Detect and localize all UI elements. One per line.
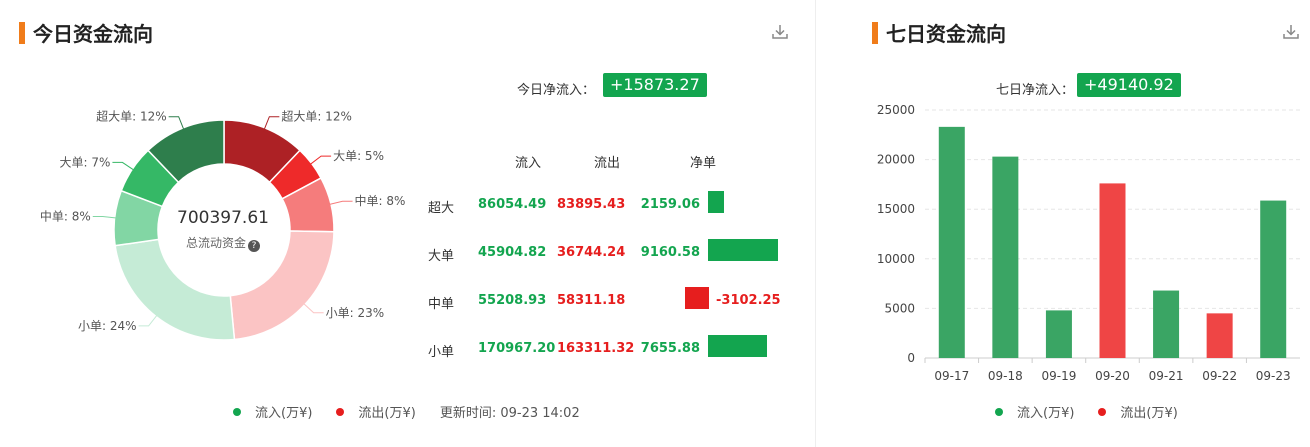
- row-label: 超大: [428, 201, 455, 216]
- x-tick-label: 09-18: [988, 369, 1023, 383]
- row-inflow-value: 45904.82: [478, 245, 547, 260]
- y-tick-label: 15000: [877, 202, 915, 216]
- today-net-label: 今日净流入：: [517, 83, 596, 98]
- y-tick-label: 10000: [877, 252, 915, 266]
- row-outflow-value: 83895.43: [557, 197, 626, 212]
- donut-slice-label: 大单: 5%: [333, 149, 384, 163]
- legend-inflow-label: 流入(万¥): [255, 406, 313, 421]
- row-inflow-value: 86054.49: [478, 197, 547, 212]
- seven-day-fund-flow-panel: 七日资金流向 七日净流入： +49140.92 0 5000 10000 15000 2…: [845, 0, 1310, 447]
- bar[interactable]: [1153, 290, 1180, 358]
- today-fund-flow-panel: 今日资金流向 超大单: 12% 大单: 5% 中单: 8% 小单: 23% 小单: 24…: [0, 0, 815, 447]
- donut-center-label: 总流动资金: [185, 236, 246, 250]
- donut-slice-label: 中单: 8%: [40, 208, 91, 223]
- net-bar: [708, 191, 725, 213]
- bar[interactable]: [992, 156, 1019, 358]
- net-bar: [685, 287, 709, 309]
- x-tick-label: 09-20: [1095, 369, 1130, 383]
- seven-day-net-badge: +49140.92: [1077, 73, 1181, 97]
- row-inflow-value: 55208.93: [478, 293, 547, 308]
- bar[interactable]: [938, 126, 965, 358]
- bar[interactable]: [1099, 183, 1126, 358]
- today-net-badge: +15873.27: [603, 73, 707, 97]
- download-icon[interactable]: [770, 22, 790, 42]
- x-tick-label: 09-21: [1149, 369, 1184, 383]
- donut-slice-label: 小单: 23%: [326, 306, 385, 320]
- legend-outflow[interactable]: 流出(万¥): [1098, 402, 1178, 421]
- row-net-value: 2159.06: [640, 197, 700, 212]
- x-tick-label: 09-23: [1256, 369, 1291, 383]
- net-bar: [708, 239, 778, 261]
- title-accent-bar: [19, 22, 25, 44]
- inflow-dot-icon: [995, 407, 1003, 416]
- donut-center-label-wrap: 总流动资金?: [158, 234, 288, 252]
- update-time: 更新时间: 09-23 14:02: [439, 406, 580, 421]
- y-tick-label: 0: [907, 351, 915, 365]
- legend-outflow-label: 流出(万¥): [1120, 406, 1178, 421]
- header-net: 净单: [689, 156, 716, 171]
- donut-slice-label: 中单: 8%: [355, 193, 406, 208]
- row-net-value: -3102.25: [716, 293, 781, 308]
- today-legend: 流入(万¥) 流出(万¥) 更新时间: 09-23 14:02: [233, 402, 580, 421]
- row-inflow-value: 170967.20: [478, 341, 556, 356]
- seven-day-title: 七日资金流向: [886, 22, 1006, 46]
- donut-slice-label: 小单: 24%: [78, 319, 137, 333]
- row-outflow-value: 58311.18: [557, 293, 626, 308]
- seven-day-legend: 流入(万¥) 流出(万¥): [995, 402, 1202, 421]
- seven-day-bar-chart: 0 5000 10000 15000 20000 25000 09-17 09-18 09-1…: [877, 103, 1300, 383]
- row-outflow-value: 163311.32: [557, 341, 635, 356]
- bar[interactable]: [1045, 310, 1072, 358]
- donut-slice-label: 超大单: 12%: [96, 109, 167, 124]
- fund-donut-chart: 超大单: 12% 大单: 5% 中单: 8% 小单: 23% 小单: 24% 中单: 8%…: [40, 109, 406, 341]
- row-label: 大单: [428, 249, 455, 264]
- x-tick-label: 09-19: [1041, 369, 1076, 383]
- help-icon[interactable]: ?: [248, 240, 260, 252]
- bar[interactable]: [1206, 313, 1233, 358]
- download-icon[interactable]: [1281, 22, 1301, 42]
- outflow-dot-icon: [1098, 407, 1107, 416]
- legend-outflow-label: 流出(万¥): [358, 406, 416, 421]
- legend-inflow-label: 流入(万¥): [1017, 406, 1075, 421]
- net-bar: [708, 335, 767, 357]
- row-label: 小单: [428, 345, 455, 360]
- legend-inflow[interactable]: 流入(万¥): [233, 402, 312, 421]
- y-tick-label: 25000: [877, 103, 915, 117]
- x-tick-label: 09-17: [934, 369, 969, 383]
- inflow-dot-icon: [233, 407, 241, 416]
- legend-outflow[interactable]: 流出(万¥): [336, 402, 416, 421]
- header-outflow: 流出: [593, 156, 620, 171]
- row-label: 中单: [428, 297, 455, 312]
- donut-slice-label: 大单: 7%: [60, 155, 111, 169]
- x-tick-label: 09-22: [1202, 369, 1237, 383]
- donut-slice-label: 超大单: 12%: [281, 109, 352, 124]
- row-outflow-value: 36744.24: [557, 245, 626, 260]
- donut-center-value: 700397.61: [177, 208, 269, 228]
- y-tick-label: 5000: [884, 301, 915, 315]
- panel-divider: [815, 0, 816, 447]
- y-tick-label: 20000: [877, 153, 915, 167]
- row-net-value: 7655.88: [640, 341, 700, 356]
- title-accent-bar: [872, 22, 878, 44]
- row-net-value: 9160.58: [640, 245, 700, 260]
- header-inflow: 流入: [514, 156, 541, 171]
- outflow-dot-icon: [336, 407, 345, 416]
- legend-inflow[interactable]: 流入(万¥): [995, 402, 1074, 421]
- bar[interactable]: [1260, 200, 1287, 358]
- today-title: 今日资金流向: [33, 22, 153, 46]
